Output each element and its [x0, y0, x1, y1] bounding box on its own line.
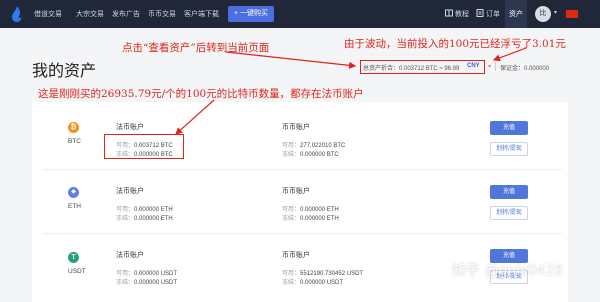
spot-available: 可用：0.000000 ETH — [282, 207, 339, 213]
transfer-withdraw-button[interactable]: 划转/提现 — [490, 142, 528, 156]
logo-icon[interactable] — [12, 6, 22, 22]
deposit-button[interactable]: 充值 — [490, 185, 528, 199]
spot-frozen: 冻结：0.000000 USDT — [282, 280, 344, 286]
spot-frozen: 冻结：0.000000 BTC — [282, 152, 339, 158]
margin-balance: 保证金：0.000000 — [500, 66, 550, 72]
avatar-caret-icon[interactable]: ▾ — [554, 9, 557, 16]
row-divider — [42, 233, 562, 234]
ethereum-icon: ◆ — [68, 187, 79, 198]
total-assets-summary: 总资产折合：0.003712 BTC ≈ 96.99 — [363, 66, 460, 72]
spot-account-title: 币币账户 — [282, 124, 310, 131]
coin-symbol: ETH — [68, 203, 81, 210]
fiat-account-title: 法币账户 — [116, 188, 144, 195]
nav-item-otc-trade[interactable]: 借道交易 — [34, 9, 62, 19]
zhihu-watermark: 知乎 @gnis0428 — [452, 263, 564, 279]
transfer-withdraw-button[interactable]: 划转/提现 — [490, 206, 528, 220]
nav-item-spot-trade[interactable]: 币币交易 — [148, 9, 176, 19]
row-divider — [42, 169, 562, 170]
page-title: 我的资产 — [32, 61, 97, 80]
coin-symbol: BTC — [68, 138, 81, 145]
fiat-available: 可用：0.000000 USDT — [116, 271, 178, 277]
currency-selector[interactable]: CNY — [467, 63, 480, 69]
fiat-frozen: 冻结：0.000000 ETH — [116, 216, 173, 222]
tether-icon: T — [68, 252, 79, 263]
bitcoin-icon: ₿ — [68, 122, 79, 133]
spot-account-title: 币币账户 — [282, 252, 310, 259]
spot-frozen: 冻结：0.000000 ETH — [282, 216, 339, 222]
nav-item-block-trade[interactable]: 大宗交易 — [76, 9, 104, 19]
spot-available: 可用：5512190.730452 USDT — [282, 271, 364, 277]
currency-caret-icon[interactable]: ▾ — [488, 63, 491, 70]
deposit-button[interactable]: 充值 — [490, 121, 528, 135]
orders-icon — [476, 9, 484, 17]
spot-account-title: 币币账户 — [282, 188, 310, 195]
quick-buy-button[interactable]: + 一键购买 — [228, 6, 274, 22]
nav-assets[interactable]: 资产 — [509, 9, 523, 19]
tutorial-icon — [445, 9, 453, 17]
top-nav-bar: 借道交易 大宗交易 发布广告 币币交易 客户端下载 + 一键购买 教程 订单 资… — [0, 0, 600, 28]
fiat-account-title: 法币账户 — [116, 252, 144, 259]
btc-fiat-highlight-box — [104, 134, 184, 159]
annotation-middle: 这是刚刚买的26935.79元/个的100元的比特币数量，都存在法币账户 — [38, 88, 364, 100]
avatar[interactable]: 比 — [535, 6, 551, 22]
nav-item-post-ad[interactable]: 发布广告 — [112, 9, 140, 19]
nav-item-client-download[interactable]: 客户端下载 — [184, 9, 219, 19]
coin-symbol: USDT — [68, 268, 86, 275]
annotation-top-left: 点击“查看资产”后转到当前页面 — [122, 42, 270, 54]
fiat-frozen: 冻结：0.000000 USDT — [116, 280, 178, 286]
fiat-account-title: 法币账户 — [116, 124, 144, 131]
annotation-top-right: 由于波动，当前投入的100元已经浮亏了3.01元 — [344, 38, 566, 50]
language-flag-icon[interactable] — [566, 10, 578, 18]
fiat-available: 可用：0.000000 ETH — [116, 207, 173, 213]
spot-available: 可用：277.022010 BTC — [282, 143, 346, 149]
nav-orders[interactable]: 订单 — [486, 9, 500, 19]
nav-tutorial[interactable]: 教程 — [455, 9, 469, 19]
divider — [495, 62, 496, 71]
